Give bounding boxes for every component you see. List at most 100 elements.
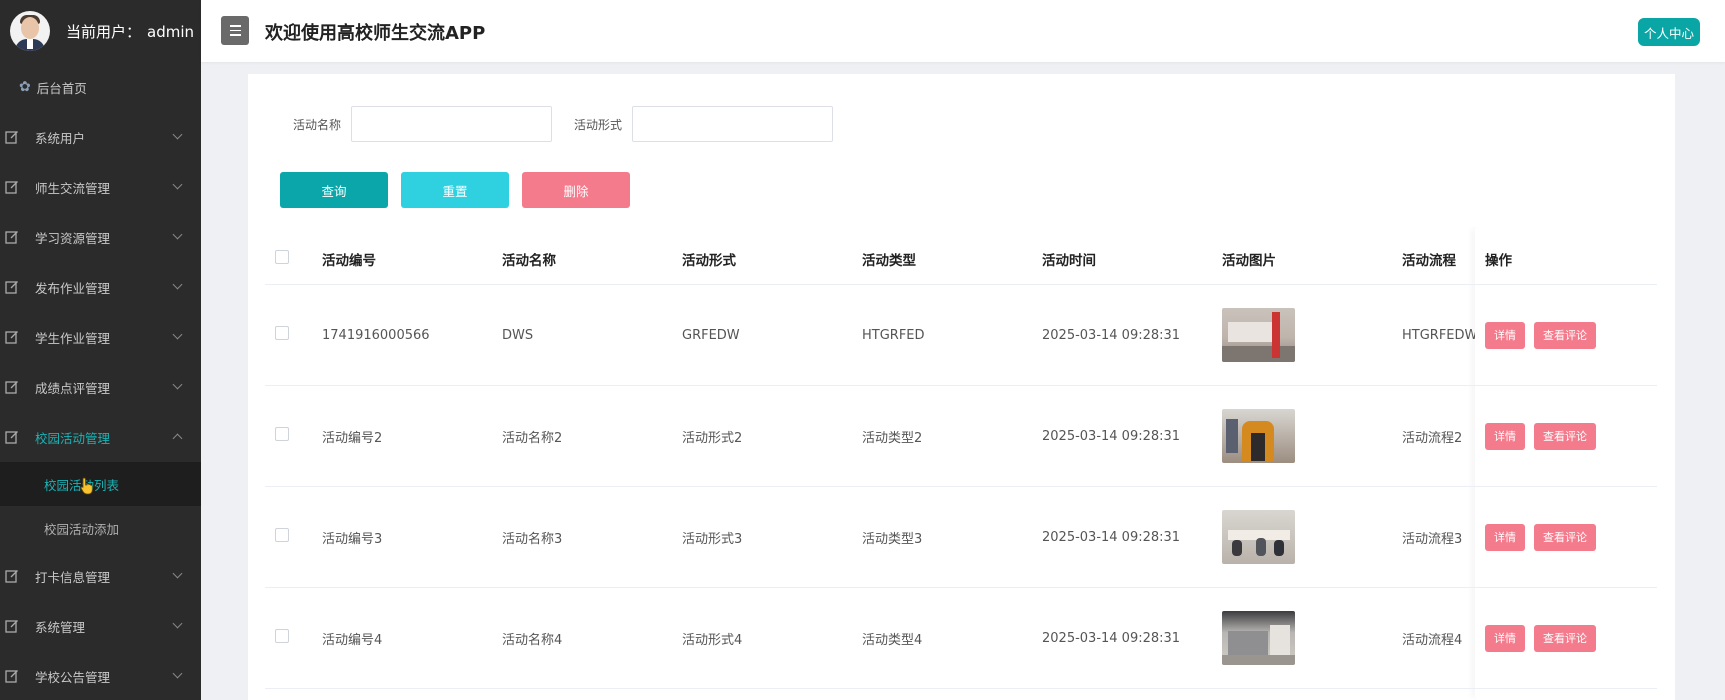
activity-form-label: 活动形式 <box>574 117 623 132</box>
personal-center-button[interactable]: 个人中心 <box>1638 18 1700 46</box>
table-row: 活动编号4 活动名称4 活动形式4 活动类型4 2025-03-14 09:28… <box>265 588 1657 689</box>
view-comments-button[interactable]: 查看评论 <box>1534 422 1596 450</box>
chevron-down-icon <box>172 668 183 679</box>
cell-activity-no: 活动编号3 <box>322 531 383 547</box>
view-comments-button[interactable]: 查看评论 <box>1534 321 1596 349</box>
menu-item-home[interactable]: ✿ 后台首页 <box>0 62 201 112</box>
activity-name-input[interactable] <box>351 106 553 142</box>
view-comments-button[interactable]: 查看评论 <box>1534 624 1596 652</box>
cell-actions: 详情 查看评论 <box>1475 386 1655 486</box>
row-checkbox[interactable] <box>275 528 289 542</box>
edit-icon <box>5 281 18 294</box>
main-panel: 活动名称 活动形式 查询 重置 删除 活动编号 活动名称 活动形式 活动类型 活… <box>248 74 1675 700</box>
menu-label: 系统用户 <box>35 130 86 146</box>
activity-name-label: 活动名称 <box>293 117 342 132</box>
column-header: 活动时间 <box>1042 252 1096 269</box>
cell-activity-image <box>1222 308 1402 362</box>
column-header: 活动编号 <box>322 252 376 269</box>
menu-item-announcement[interactable]: 学校公告管理 <box>0 651 201 700</box>
menu-item-checkin[interactable]: 打卡信息管理 <box>0 551 201 601</box>
cell-activity-time: 2025-03-14 09:28:31 <box>1042 327 1181 343</box>
menu-item-resources[interactable]: 学习资源管理 <box>0 212 201 262</box>
cell-activity-no: 活动编号2 <box>322 430 383 446</box>
activity-photo[interactable] <box>1222 611 1295 665</box>
activity-table: 活动编号 活动名称 活动形式 活动类型 活动时间 活动图片 活动流程 操作 17… <box>265 233 1657 689</box>
chevron-down-icon <box>172 329 183 340</box>
submenu-item-activity-list[interactable]: 校园活动列表 <box>0 462 201 506</box>
edit-icon <box>5 331 18 344</box>
cell-activity-time: 2025-03-14 09:28:31 <box>1042 428 1181 444</box>
edit-icon <box>5 181 18 194</box>
menu-item-campus-activity[interactable]: 校园活动管理 <box>0 412 201 462</box>
menu-label: 成绩点评管理 <box>35 380 111 396</box>
edit-icon <box>5 670 18 683</box>
chevron-up-icon <box>172 433 183 444</box>
activity-form-input[interactable] <box>632 106 834 142</box>
table-row: 1741916000566 DWS GRFEDW HTGRFED 2025-03… <box>265 285 1657 386</box>
chevron-down-icon <box>172 279 183 290</box>
cell-activity-image <box>1222 409 1402 463</box>
pointer-cursor-icon <box>80 477 93 495</box>
detail-button[interactable]: 详情 <box>1485 624 1525 652</box>
menu-item-system[interactable]: 系统管理 <box>0 601 201 651</box>
query-button[interactable]: 查询 <box>280 172 388 208</box>
table-header: 活动编号 活动名称 活动形式 活动类型 活动时间 活动图片 活动流程 操作 <box>265 233 1657 285</box>
select-all-checkbox[interactable] <box>275 249 289 264</box>
cell-activity-form: 活动形式3 <box>682 531 743 547</box>
submenu-item-activity-add[interactable]: 校园活动添加 <box>0 506 201 551</box>
cell-actions: 详情 查看评论 <box>1475 285 1655 385</box>
row-checkbox[interactable] <box>275 326 289 340</box>
activity-photo[interactable] <box>1222 510 1295 564</box>
row-checkbox-cell <box>265 427 322 445</box>
view-comments-button[interactable]: 查看评论 <box>1534 523 1596 551</box>
cell-activity-flow: HTGRFEDWS <box>1402 327 1475 343</box>
detail-button[interactable]: 详情 <box>1485 321 1525 349</box>
edit-icon <box>5 620 18 633</box>
row-checkbox[interactable] <box>275 427 289 441</box>
cell-activity-time: 2025-03-14 09:28:31 <box>1042 630 1181 646</box>
menu-label: 师生交流管理 <box>35 180 111 196</box>
cell-actions: 详情 查看评论 <box>1475 487 1655 587</box>
sidebar: 当前用户： admin ✿ 后台首页 系统用户 师生交流管理 学习资源管理 发布作… <box>0 0 201 700</box>
activity-photo[interactable] <box>1222 308 1295 362</box>
cell-activity-form: 活动形式2 <box>682 430 743 446</box>
column-header: 活动图片 <box>1222 252 1276 269</box>
table-row: 活动编号3 活动名称3 活动形式3 活动类型3 2025-03-14 09:28… <box>265 487 1657 588</box>
reset-button[interactable]: 重置 <box>401 172 509 208</box>
column-header: 活动形式 <box>682 252 736 269</box>
cell-activity-name: 活动名称2 <box>502 430 563 446</box>
avatar[interactable] <box>10 11 50 51</box>
activity-photo[interactable] <box>1222 409 1295 463</box>
delete-button[interactable]: 删除 <box>522 172 630 208</box>
cell-activity-type: 活动类型2 <box>862 430 923 446</box>
row-checkbox-cell <box>265 326 322 344</box>
edit-icon <box>5 570 18 583</box>
row-checkbox[interactable] <box>275 629 289 643</box>
chevron-down-icon <box>172 568 183 579</box>
select-all-cell <box>265 249 322 268</box>
menu-label: 学习资源管理 <box>35 230 111 246</box>
edit-icon <box>5 381 18 394</box>
menu-item-grade-review[interactable]: 成绩点评管理 <box>0 362 201 412</box>
cell-activity-flow: 活动流程3 <box>1402 531 1463 547</box>
cell-activity-type: 活动类型4 <box>862 632 923 648</box>
detail-button[interactable]: 详情 <box>1485 523 1525 551</box>
top-header: 欢迎使用高校师生交流APP 个人中心 <box>201 0 1725 62</box>
menu-item-exchange[interactable]: 师生交流管理 <box>0 162 201 212</box>
menu-item-publish-homework[interactable]: 发布作业管理 <box>0 262 201 312</box>
chevron-down-icon <box>172 379 183 390</box>
column-header: 操作 <box>1475 233 1655 284</box>
cell-activity-time: 2025-03-14 09:28:31 <box>1042 529 1181 545</box>
row-checkbox-cell <box>265 629 322 647</box>
cell-activity-no: 1741916000566 <box>322 327 430 343</box>
cell-activity-no: 活动编号4 <box>322 632 383 648</box>
cell-activity-name: 活动名称4 <box>502 632 563 648</box>
detail-button[interactable]: 详情 <box>1485 422 1525 450</box>
cell-activity-name: DWS <box>502 327 534 343</box>
menu-item-system-users[interactable]: 系统用户 <box>0 112 201 162</box>
menu-toggle-icon[interactable] <box>221 16 249 45</box>
cell-activity-flow: 活动流程4 <box>1402 632 1463 648</box>
column-header: 活动名称 <box>502 252 556 269</box>
menu-label: 校园活动管理 <box>35 430 111 446</box>
menu-item-student-homework[interactable]: 学生作业管理 <box>0 312 201 362</box>
